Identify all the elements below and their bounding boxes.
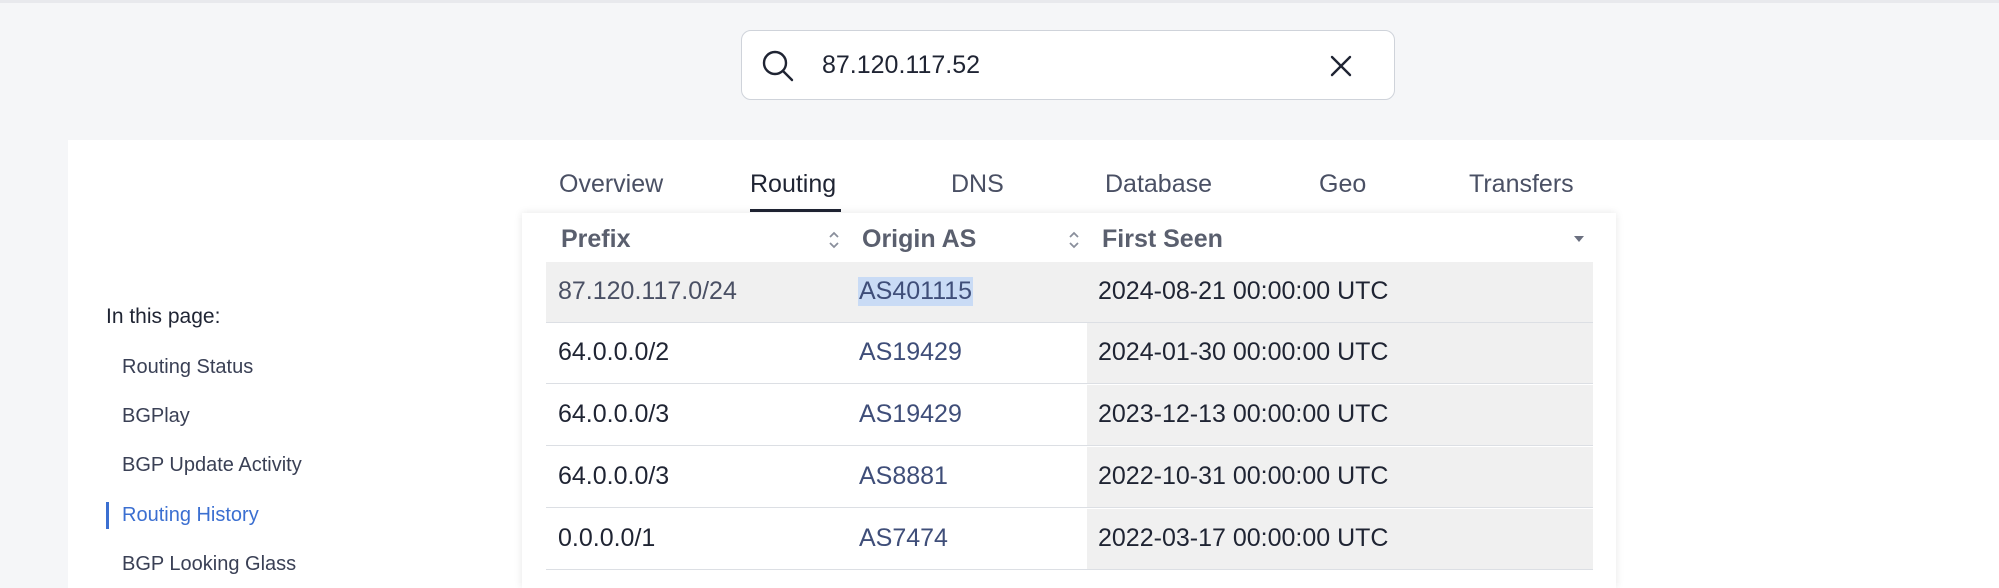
first-seen-cell: 2024-01-30 00:00:00 UTC (1098, 338, 1389, 366)
sort-icon[interactable] (1067, 229, 1081, 251)
origin-as-link[interactable]: AS401115 (858, 277, 974, 306)
close-icon[interactable] (1326, 51, 1356, 81)
tab-dns[interactable]: DNS (951, 170, 1004, 199)
tab-routing[interactable]: Routing (750, 170, 836, 199)
column-header-prefix[interactable]: Prefix (561, 225, 630, 254)
in-this-page-title: In this page: (106, 305, 221, 328)
origin-as-link[interactable]: AS7474 (859, 524, 948, 553)
origin-as-link[interactable]: AS19429 (859, 338, 962, 367)
sort-icon[interactable] (827, 229, 841, 251)
origin-as-link[interactable]: AS19429 (859, 400, 962, 429)
prefix-cell: 64.0.0.0/2 (558, 338, 670, 366)
tab-transfers[interactable]: Transfers (1469, 170, 1574, 199)
table-row[interactable]: 64.0.0.0/2 AS19429 2024-01-30 00:00:00 U… (546, 323, 1593, 384)
top-border (0, 0, 1999, 3)
origin-as-link[interactable]: AS8881 (859, 462, 948, 491)
table-row[interactable]: 64.0.0.0/3 AS19429 2023-12-13 00:00:00 U… (546, 385, 1593, 446)
prefix-cell: 64.0.0.0/3 (558, 462, 670, 490)
tab-geo[interactable]: Geo (1319, 170, 1366, 199)
table-row[interactable]: 87.120.117.0/24 AS401115 2024-08-21 00:0… (546, 262, 1593, 323)
tab-overview[interactable]: Overview (559, 170, 663, 199)
table-row[interactable]: 0.0.0.0/1 AS7474 2022-03-17 00:00:00 UTC (546, 509, 1593, 570)
toc-item-bgplay[interactable]: BGPlay (122, 405, 190, 428)
toc-item-routing-status[interactable]: Routing Status (122, 356, 253, 379)
prefix-cell: 64.0.0.0/3 (558, 400, 670, 428)
prefix-cell: 0.0.0.0/1 (558, 524, 656, 552)
toc-item-bgp-update-activity[interactable]: BGP Update Activity (122, 454, 302, 477)
toc-item-bgp-looking-glass[interactable]: BGP Looking Glass (122, 553, 296, 576)
search-bar[interactable] (741, 30, 1395, 100)
first-seen-cell: 2022-10-31 00:00:00 UTC (1098, 462, 1389, 490)
search-input[interactable] (822, 45, 1292, 85)
table-row[interactable]: 64.0.0.0/3 AS8881 2022-10-31 00:00:00 UT… (546, 447, 1593, 508)
sort-descending-icon[interactable] (1572, 234, 1586, 244)
prefix-cell: 87.120.117.0/24 (558, 277, 737, 305)
toc-active-indicator (106, 502, 109, 529)
toc-item-routing-history[interactable]: Routing History (122, 504, 259, 527)
column-header-origin-as[interactable]: Origin AS (862, 225, 976, 254)
first-seen-cell: 2022-03-17 00:00:00 UTC (1098, 524, 1389, 552)
column-header-first-seen[interactable]: First Seen (1102, 225, 1223, 254)
search-icon (762, 50, 794, 82)
first-seen-cell: 2024-08-21 00:00:00 UTC (1098, 277, 1389, 305)
active-tab-indicator (750, 209, 841, 212)
first-seen-cell: 2023-12-13 00:00:00 UTC (1098, 400, 1389, 428)
tab-database[interactable]: Database (1105, 170, 1212, 199)
